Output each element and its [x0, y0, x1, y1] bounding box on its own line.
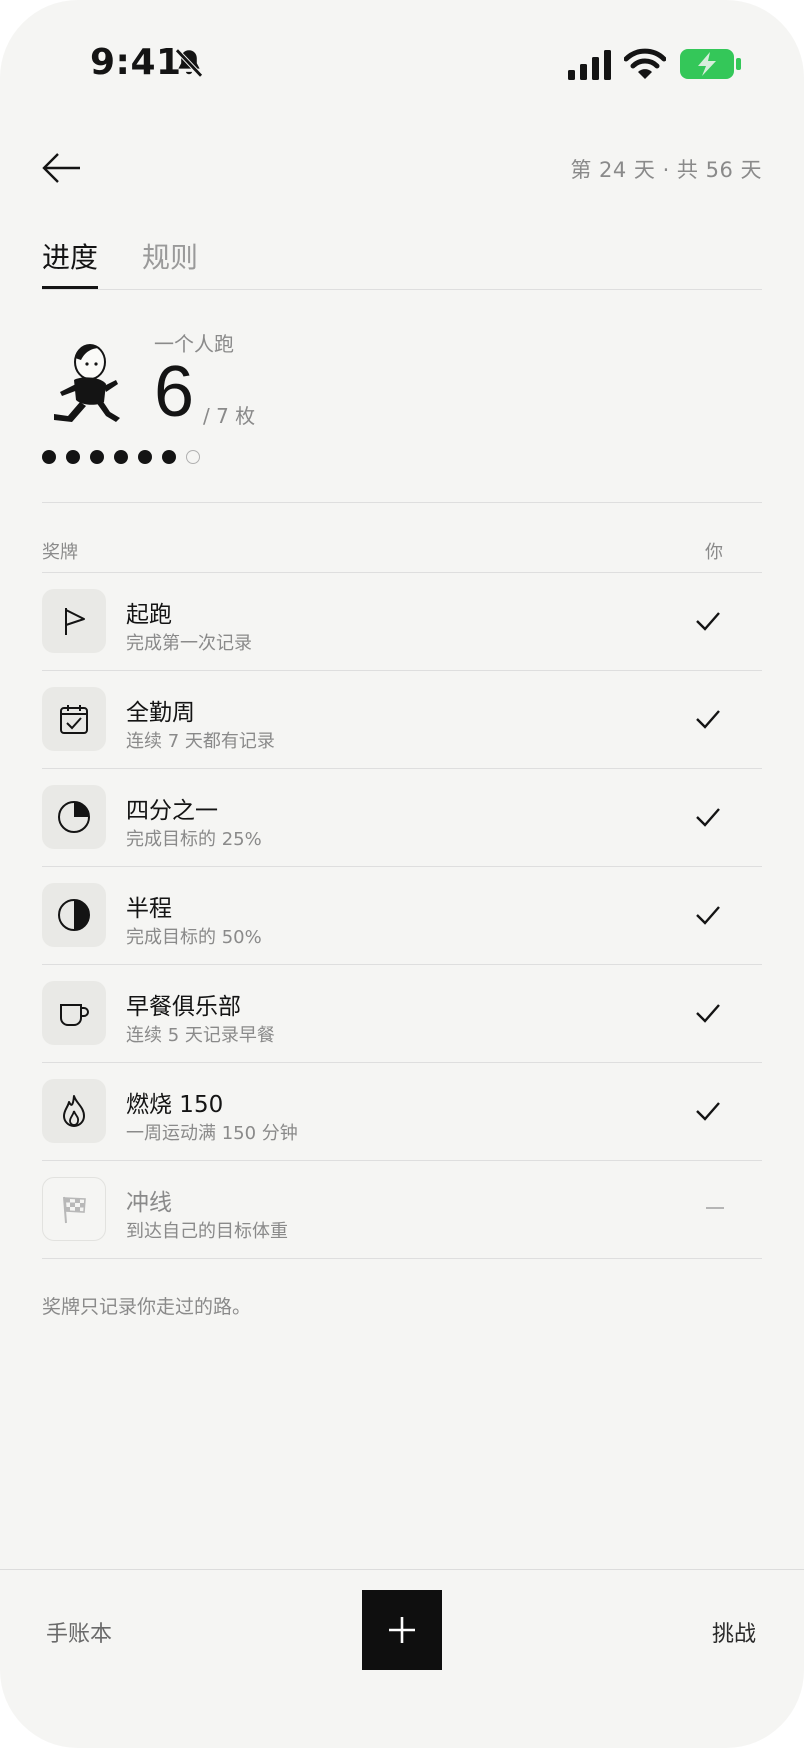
battery-charging-icon — [680, 49, 741, 79]
bell-muted-icon — [175, 48, 203, 78]
cellular-signal-icon — [568, 50, 611, 80]
progress-dot-earned — [114, 450, 128, 464]
checkmark-icon — [696, 612, 720, 631]
footnote: 奖牌只记录你走过的路。 — [42, 1296, 252, 1318]
badge-description: 到达自己的目标体重 — [126, 1221, 288, 1242]
total-badge-label: / 7 枚 — [203, 404, 256, 428]
checkmark-icon — [696, 710, 720, 729]
section-divider — [42, 502, 762, 503]
nav-journal[interactable]: 手账本 — [46, 1616, 112, 1648]
progress-dot-earned — [138, 450, 152, 464]
badge-row-finish-line[interactable]: 冲线 到达自己的目标体重 — [42, 1161, 762, 1259]
badge-row-quarter[interactable]: 四分之一 完成目标的 25% — [42, 769, 762, 867]
badge-title: 早餐俱乐部 — [126, 994, 241, 1020]
add-entry-button[interactable] — [362, 1590, 442, 1670]
flag-icon — [65, 608, 85, 635]
calendar-check-icon — [60, 705, 88, 734]
badge-description: 完成第一次记录 — [126, 633, 252, 654]
checkmark-icon — [696, 1004, 720, 1023]
badge-title: 半程 — [126, 896, 172, 922]
bottom-bar-divider — [0, 1569, 804, 1570]
badge-row-halfway[interactable]: 半程 完成目标的 50% — [42, 867, 762, 965]
tab-divider — [42, 289, 762, 290]
quarter-pie-icon — [58, 801, 90, 833]
tab-rules[interactable]: 规则 — [142, 236, 198, 276]
badge-description: 一周运动满 150 分钟 — [126, 1123, 298, 1144]
progress-dot-empty — [186, 450, 200, 464]
badge-progress-dots — [42, 450, 200, 464]
progress-dot-earned — [162, 450, 176, 464]
nav-challenge[interactable]: 挑战 — [712, 1616, 756, 1648]
badge-title: 冲线 — [126, 1190, 172, 1216]
badge-row-burn-150[interactable]: 燃烧 150 一周运动满 150 分钟 — [42, 1063, 762, 1161]
flame-icon — [63, 1095, 85, 1127]
badge-description: 完成目标的 25% — [126, 829, 262, 850]
active-tab-indicator — [42, 286, 98, 289]
badge-row-start[interactable]: 起跑 完成第一次记录 — [42, 573, 762, 671]
runner-illustration-icon — [54, 344, 120, 422]
badge-row-breakfast-club[interactable]: 早餐俱乐部 连续 5 天记录早餐 — [42, 965, 762, 1063]
badge-list: 起跑 完成第一次记录 全勤周 连续 7 天都有记录 四分之一 完成目标的 25%… — [42, 572, 762, 1259]
earned-badge-count: 6 — [154, 352, 195, 432]
progress-dot-earned — [66, 450, 80, 464]
progress-dot-earned — [90, 450, 104, 464]
badge-description: 连续 5 天记录早餐 — [126, 1025, 275, 1046]
wifi-icon — [624, 48, 666, 79]
checkmark-icon — [696, 906, 720, 925]
half-circle-icon — [58, 899, 90, 931]
back-arrow-icon[interactable] — [40, 148, 84, 188]
status-time: 9:41 — [90, 42, 182, 83]
badge-title: 四分之一 — [126, 798, 218, 824]
badge-row-perfect-week[interactable]: 全勤周 连续 7 天都有记录 — [42, 671, 762, 769]
day-counter: 第 24 天 · 共 56 天 — [570, 158, 762, 182]
coffee-cup-icon — [60, 1004, 89, 1026]
tab-progress[interactable]: 进度 — [42, 236, 98, 276]
plus-icon — [389, 1617, 415, 1643]
you-column-header: 你 — [705, 542, 723, 563]
checkmark-icon — [696, 808, 720, 827]
badge-description: 完成目标的 50% — [126, 927, 262, 948]
not-earned-dash — [706, 1207, 724, 1209]
badge-title: 全勤周 — [126, 700, 195, 726]
phone-screen: 9:41 第 24 天 · 共 56 天 进度 规则 一个人跑 6 / 7 枚 … — [0, 0, 804, 1748]
badge-title: 起跑 — [126, 602, 172, 628]
badge-description: 连续 7 天都有记录 — [126, 731, 275, 752]
checkmark-icon — [696, 1102, 720, 1121]
checkered-flag-icon — [63, 1196, 86, 1224]
badge-title: 燃烧 150 — [126, 1092, 224, 1118]
progress-dot-earned — [42, 450, 56, 464]
badges-column-header: 奖牌 — [42, 542, 78, 563]
